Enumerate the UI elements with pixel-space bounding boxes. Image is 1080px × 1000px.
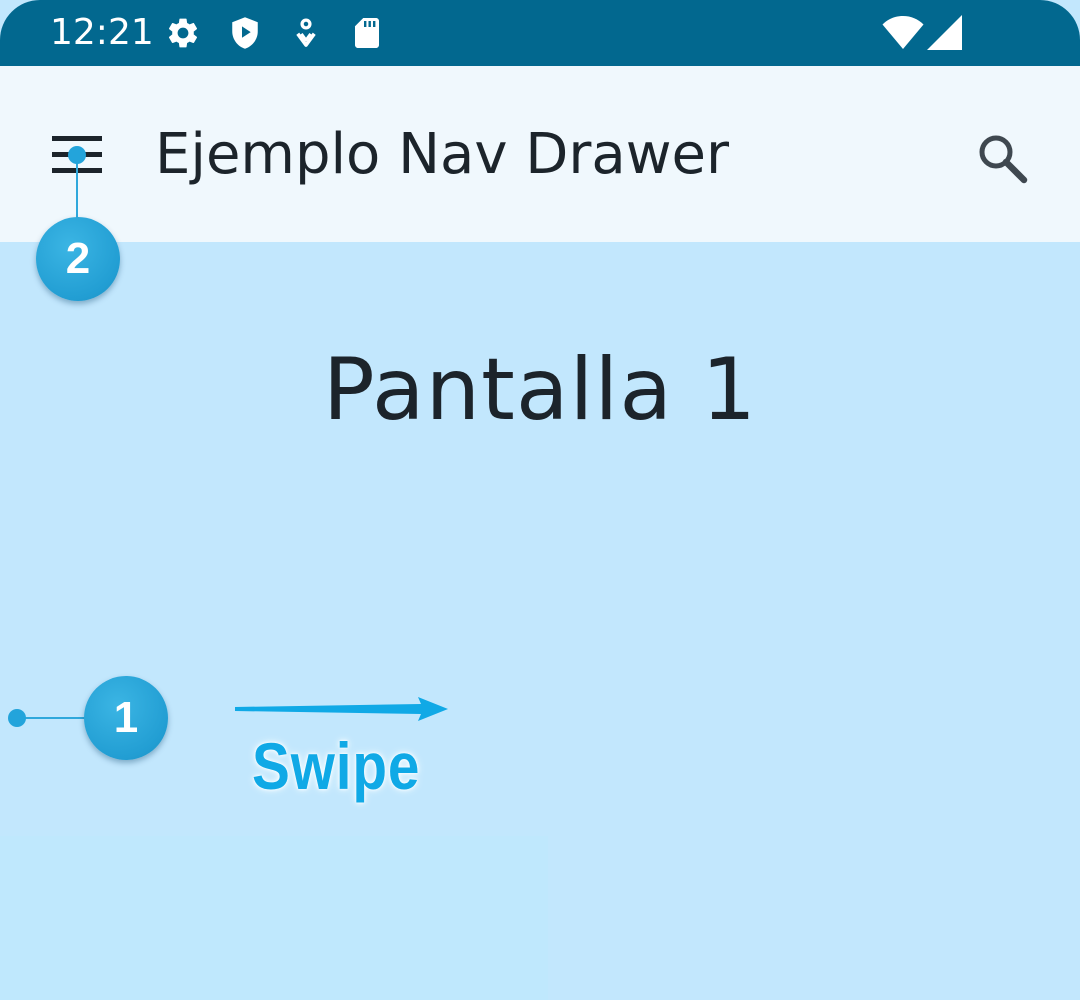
screen-title: Pantalla 1 xyxy=(322,340,758,440)
search-icon xyxy=(979,135,1028,184)
cellular-signal-icon xyxy=(927,15,962,50)
sd-card-icon xyxy=(355,18,379,48)
settings-icon xyxy=(168,18,198,48)
status-time: 12:21 xyxy=(50,12,154,53)
app-bar: Ejemplo Nav Drawer xyxy=(0,66,1080,242)
content-area-lower xyxy=(0,836,548,1000)
wifi-icon xyxy=(882,16,924,49)
play-protect-icon xyxy=(232,17,258,49)
location-icon xyxy=(296,18,316,47)
hamburger-menu-icon xyxy=(52,136,102,173)
menu-button[interactable] xyxy=(40,128,114,180)
status-bar: 12:21 xyxy=(0,0,1080,66)
app-title: Ejemplo Nav Drawer xyxy=(155,122,729,187)
search-button[interactable] xyxy=(966,122,1036,192)
